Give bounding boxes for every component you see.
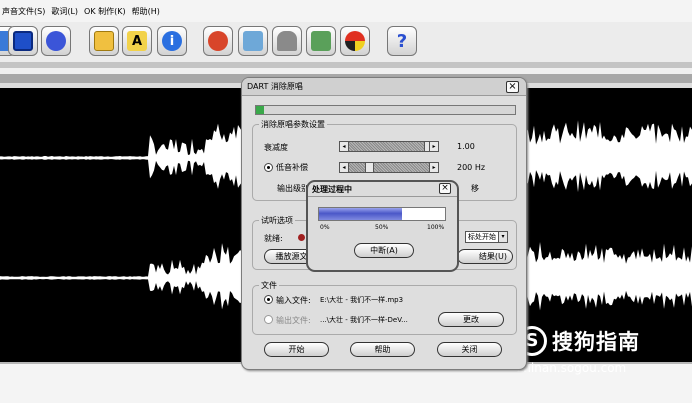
tick-0: 0% xyxy=(320,224,330,231)
music-tools-button[interactable] xyxy=(41,26,71,56)
title-divider xyxy=(308,196,457,197)
status-led-icon xyxy=(298,234,305,241)
abort-button[interactable]: 中断(A) xyxy=(354,243,414,258)
menu-sound-file[interactable]: 声音文件(S) xyxy=(2,6,45,17)
arrow-left-icon[interactable]: ◂ xyxy=(340,163,349,172)
microphone-icon xyxy=(277,31,297,51)
file-group-label: 文件 xyxy=(259,280,279,291)
change-button[interactable]: 更改 xyxy=(438,312,504,327)
bass-radio[interactable] xyxy=(264,163,273,172)
music-tools-icon xyxy=(46,31,66,51)
paint-icon xyxy=(243,31,263,51)
processing-progress-fill xyxy=(319,208,403,220)
slider-track xyxy=(349,142,429,151)
ready-label: 就绪: xyxy=(264,234,283,243)
watermark-url: zhinan.sogou.com xyxy=(517,361,627,375)
cd-disc-icon xyxy=(345,31,365,51)
dialog-title: DART 消除原唱 xyxy=(242,78,526,96)
help-icon: ? xyxy=(396,30,408,52)
bass-label: 低音补偿 xyxy=(276,163,308,172)
menu-bar: 声音文件(S) 歌词(L) OK 制作(K) 帮助(H) xyxy=(0,0,692,22)
main-progress-fill xyxy=(256,106,264,114)
tick-100: 100% xyxy=(427,224,445,231)
file-group: 文件 输入文件: E:\大壮 - 我们不一样.mp3 输出文件: ...\大壮 … xyxy=(252,280,517,335)
info-icon: i xyxy=(162,31,182,51)
attenuation-value: 1.00 xyxy=(457,142,475,151)
start-position-value: 标处开始 xyxy=(468,233,496,241)
play-result-button[interactable]: 结果(U) xyxy=(457,249,513,264)
attenuation-slider-thumb[interactable] xyxy=(423,141,430,152)
save-button[interactable] xyxy=(8,26,38,56)
lips-icon xyxy=(208,31,228,51)
output-level-suffix: 移 xyxy=(471,184,479,193)
bass-value: 200 Hz xyxy=(457,163,486,172)
main-progress-bar xyxy=(255,105,516,115)
folder-button[interactable] xyxy=(89,26,119,56)
help-dialog-button[interactable]: 帮助 xyxy=(350,342,415,357)
menu-help[interactable]: 帮助(H) xyxy=(132,6,160,17)
chevron-down-icon[interactable]: ▾ xyxy=(498,232,507,242)
bass-slider[interactable]: ◂ ▸ xyxy=(339,162,439,173)
params-group-label: 消除原唱参数设置 xyxy=(259,119,327,130)
notepad-button[interactable] xyxy=(306,26,336,56)
menu-lyrics[interactable]: 歌词(L) xyxy=(51,6,78,17)
info-button[interactable]: i xyxy=(157,26,187,56)
text-a-icon: A xyxy=(127,31,147,51)
start-position-select[interactable]: 标处开始 ▾ xyxy=(465,231,508,243)
listen-group-label: 试听选项 xyxy=(259,215,295,226)
folder-open-icon xyxy=(94,31,114,51)
processing-dialog: 处理过程中 × 0% 50% 100% 中断(A) xyxy=(306,180,459,272)
microphone-button[interactable] xyxy=(272,26,302,56)
output-file-radio[interactable] xyxy=(264,315,273,324)
input-file-value: E:\大壮 - 我们不一样.mp3 xyxy=(320,296,404,304)
cd-button[interactable] xyxy=(340,26,370,56)
menu-ok-make[interactable]: OK 制作(K) xyxy=(84,6,126,17)
output-file-label: 输出文件: xyxy=(276,316,311,325)
input-file-radio[interactable] xyxy=(264,295,273,304)
attenuation-label: 衰减度 xyxy=(264,143,288,152)
paint-button[interactable] xyxy=(238,26,268,56)
toolbar: A i ? xyxy=(0,22,692,62)
arrow-right-icon[interactable]: ▸ xyxy=(429,163,438,172)
processing-progress-bar xyxy=(318,207,446,221)
output-file-value: ...\大壮 - 我们不一样-DeV... xyxy=(320,316,408,324)
input-file-label: 输入文件: xyxy=(276,296,311,305)
help-button[interactable]: ? xyxy=(387,26,417,56)
processing-title: 处理过程中 xyxy=(312,185,352,194)
close-icon[interactable]: × xyxy=(439,183,451,194)
close-button[interactable]: 关闭 xyxy=(437,342,502,357)
watermark-brand: 搜狗指南 xyxy=(552,330,640,354)
bass-slider-thumb[interactable] xyxy=(365,162,375,173)
lips-button[interactable] xyxy=(203,26,233,56)
text-button[interactable]: A xyxy=(122,26,152,56)
close-icon[interactable]: × xyxy=(506,81,519,93)
slider-track xyxy=(349,163,429,172)
save-disk-icon xyxy=(13,31,33,51)
arrow-left-icon[interactable]: ◂ xyxy=(340,142,349,151)
output-level-label: 输出级别 xyxy=(277,184,309,193)
tick-50: 50% xyxy=(375,224,389,231)
notepad-icon xyxy=(311,31,331,51)
start-button[interactable]: 开始 xyxy=(264,342,329,357)
arrow-right-icon[interactable]: ▸ xyxy=(429,142,438,151)
